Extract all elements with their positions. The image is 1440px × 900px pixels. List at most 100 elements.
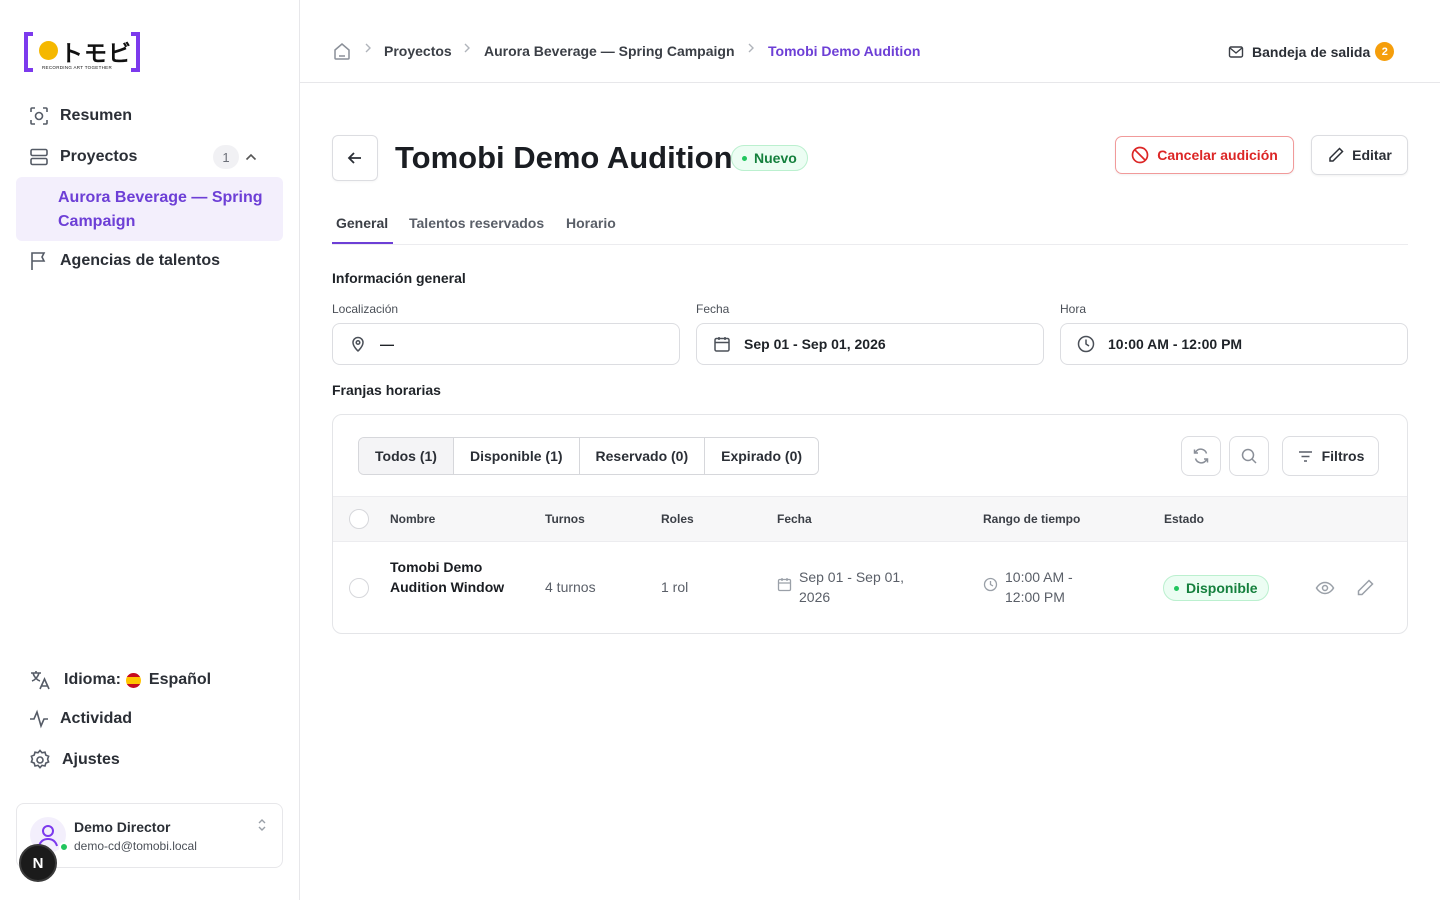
search-icon <box>1241 448 1257 464</box>
chevron-up-icon[interactable] <box>244 150 258 164</box>
logo-tagline: RECORDING ART TOGETHER <box>42 65 113 70</box>
tab-general[interactable]: General <box>336 215 388 231</box>
column-fecha[interactable]: Fecha <box>777 512 812 526</box>
filter-disponible[interactable]: Disponible (1) <box>453 438 580 474</box>
sidebar-item-label: Proyectos <box>60 148 138 165</box>
slot-time-value: 10:00 AM - 12:00 PM <box>1005 569 1073 605</box>
sidebar-item-actividad[interactable]: Actividad <box>28 708 132 730</box>
view-icon[interactable] <box>1315 578 1335 598</box>
activity-icon <box>28 708 50 730</box>
edit-row-icon[interactable] <box>1355 578 1375 598</box>
refresh-button[interactable] <box>1181 436 1221 476</box>
sidebar: トモビ RECORDING ART TOGETHER Resumen Proye… <box>0 0 300 900</box>
date-field: Sep 01 - Sep 01, 2026 <box>696 323 1044 365</box>
table-header: Nombre Turnos Roles Fecha Rango de tiemp… <box>333 496 1407 542</box>
user-email: demo-cd@tomobi.local <box>74 839 197 853</box>
tab-talentos-reservados[interactable]: Talentos reservados <box>409 215 544 231</box>
slot-status-badge: Disponible <box>1163 575 1269 601</box>
column-estado[interactable]: Estado <box>1164 512 1204 526</box>
filter-expirado[interactable]: Expirado (0) <box>705 438 819 474</box>
location-field: — <box>332 323 680 365</box>
back-button[interactable] <box>332 135 378 181</box>
status-filter-segments: Todos (1) Disponible (1) Reservado (0) E… <box>358 437 820 475</box>
mail-icon <box>1228 44 1244 60</box>
translate-icon <box>28 668 52 692</box>
tabs: General Talentos reservados Horario <box>332 205 1408 245</box>
filter-reservado[interactable]: Reservado (0) <box>579 438 706 474</box>
edit-label: Editar <box>1352 147 1392 163</box>
sidebar-item-agencias[interactable]: Agencias de talentos <box>28 250 220 272</box>
sidebar-subitem-aurora-campaign[interactable]: Aurora Beverage — Spring Campaign <box>16 177 283 241</box>
outbox-count-badge: 2 <box>1375 42 1395 61</box>
breadcrumb-campaign[interactable]: Aurora Beverage — Spring Campaign <box>484 43 735 59</box>
language-selector[interactable]: Idioma: Español <box>28 668 211 692</box>
table-row[interactable]: Tomobi Demo Audition Window 4 turnos 1 r… <box>333 542 1407 633</box>
column-nombre[interactable]: Nombre <box>390 512 435 526</box>
user-name: Demo Director <box>74 819 171 835</box>
sidebar-item-label: Actividad <box>60 710 133 727</box>
slot-date-value: Sep 01 - Sep 01, 2026 <box>799 569 905 605</box>
layers-icon <box>28 146 50 168</box>
pencil-icon <box>1327 146 1345 164</box>
breadcrumb-current: Tomobi Demo Audition <box>768 43 921 59</box>
flag-icon <box>28 250 50 272</box>
sidebar-item-resumen[interactable]: Resumen <box>28 105 132 127</box>
sidebar-item-proyectos[interactable]: Proyectos <box>28 146 137 168</box>
filter-todos[interactable]: Todos (1) <box>359 438 454 474</box>
time-value: 10:00 AM - 12:00 PM <box>1108 336 1243 352</box>
location-value: — <box>380 336 394 352</box>
sidebar-item-label: Resumen <box>60 107 133 124</box>
location-label: Localización <box>332 302 399 316</box>
filter-lines-icon <box>1297 448 1314 465</box>
clock-icon <box>1077 335 1095 353</box>
chevrons-up-down-icon <box>256 816 268 834</box>
slot-time-range: 10:00 AM - 12:00 PM <box>983 567 1103 607</box>
cancel-audition-button[interactable]: Cancelar audición <box>1115 136 1294 174</box>
slot-roles: 1 rol <box>661 579 689 595</box>
slot-turns: 4 turnos <box>545 579 596 595</box>
status-badge: Nuevo <box>731 145 808 171</box>
column-roles[interactable]: Roles <box>661 512 694 526</box>
filters-button[interactable]: Filtros <box>1282 436 1379 476</box>
home-icon[interactable] <box>332 41 352 61</box>
dev-tools-bubble[interactable]: N <box>19 844 57 882</box>
sidebar-item-label: Agencias de talentos <box>60 252 221 269</box>
tab-horario[interactable]: Horario <box>566 215 616 231</box>
tomobi-logo[interactable]: トモビ RECORDING ART TOGETHER <box>24 32 140 72</box>
slots-table-card: Todos (1) Disponible (1) Reservado (0) E… <box>332 414 1408 634</box>
outbox-button[interactable]: Bandeja de salida 2 <box>1228 42 1395 61</box>
refresh-icon <box>1193 448 1209 464</box>
select-all-checkbox[interactable] <box>349 509 369 529</box>
breadcrumb-proyectos[interactable]: Proyectos <box>384 43 452 59</box>
chevron-right-icon <box>462 42 472 54</box>
cancel-audition-label: Cancelar audición <box>1157 147 1278 163</box>
time-label: Hora <box>1060 302 1087 316</box>
language-prefix: Idioma: <box>64 671 121 688</box>
column-rango-de-tiempo[interactable]: Rango de tiempo <box>983 512 1080 526</box>
calendar-icon <box>777 577 792 592</box>
map-pin-icon <box>349 335 367 353</box>
chevron-right-icon <box>746 42 756 54</box>
logo-bracket-right <box>131 32 140 72</box>
tab-active-indicator <box>332 242 393 244</box>
logo-dot <box>39 41 58 60</box>
chevron-right-icon <box>363 42 373 54</box>
logo-wordmark: トモビ <box>60 41 132 67</box>
sidebar-item-label: Ajustes <box>62 751 120 768</box>
spain-flag-icon <box>125 672 141 688</box>
topbar: Proyectos Aurora Beverage — Spring Campa… <box>300 0 1440 83</box>
calendar-icon <box>713 335 731 353</box>
slots-title: Franjas horarias <box>332 382 441 398</box>
search-button[interactable] <box>1229 436 1269 476</box>
slot-date: Sep 01 - Sep 01, 2026 <box>777 567 927 607</box>
outbox-label: Bandeja de salida <box>1252 43 1371 60</box>
online-status-dot <box>59 842 69 852</box>
date-value: Sep 01 - Sep 01, 2026 <box>744 336 886 352</box>
ban-icon <box>1131 146 1149 164</box>
edit-button[interactable]: Editar <box>1311 135 1408 175</box>
row-checkbox[interactable] <box>349 578 369 598</box>
filters-label: Filtros <box>1321 448 1365 464</box>
sidebar-item-ajustes[interactable]: Ajustes <box>28 748 120 772</box>
language-value: Español <box>148 671 212 688</box>
column-turnos[interactable]: Turnos <box>545 512 585 526</box>
